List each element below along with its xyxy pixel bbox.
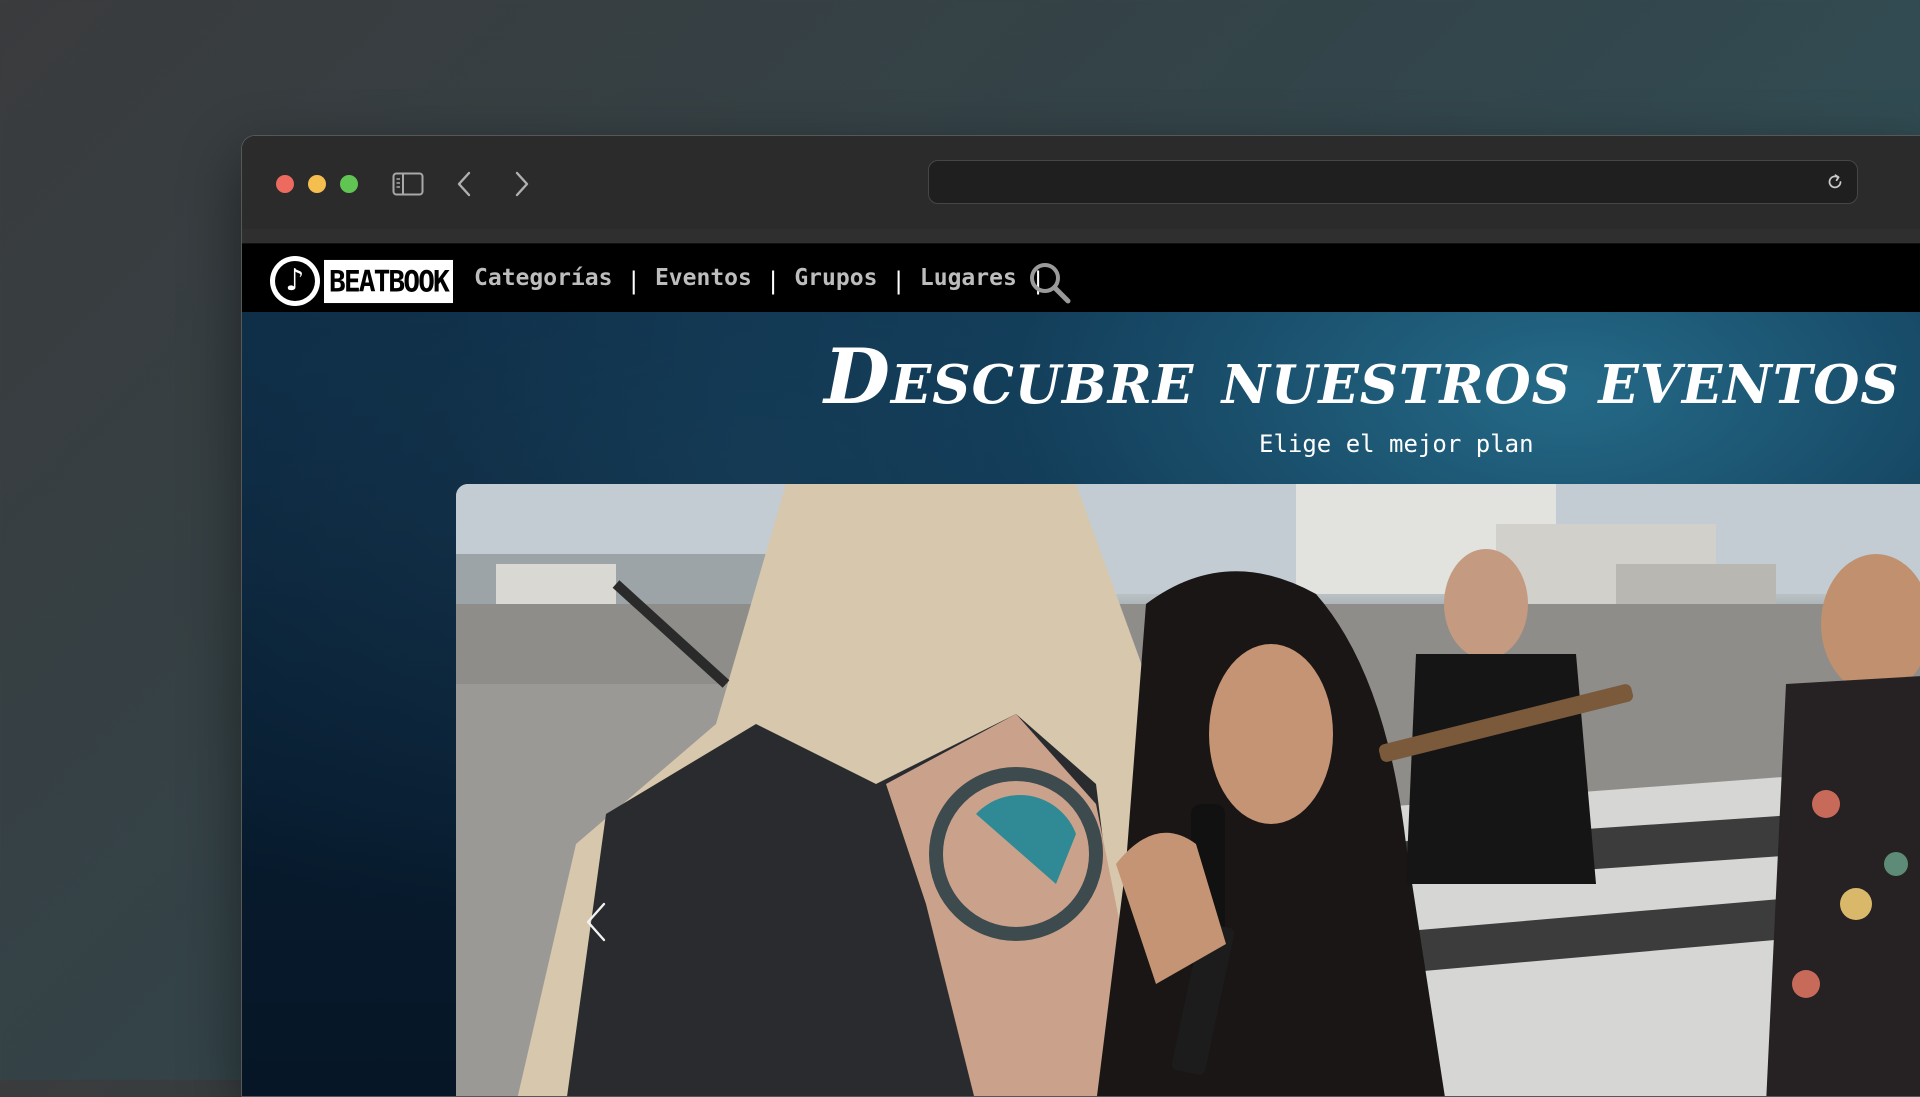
nav-item-eventos[interactable]: Eventos — [655, 265, 752, 291]
nav-item-lugares[interactable]: Lugares — [920, 265, 1017, 291]
chevron-left-icon[interactable] — [452, 166, 476, 202]
browser-window: ♪ BEATBOOK Categorías | Eventos | Grupos… — [241, 135, 1920, 1097]
zoom-window-button[interactable] — [340, 175, 358, 193]
hero-section: Descubre nuestros eventos Elige el mejor… — [242, 312, 1920, 1096]
nav-separator: | — [891, 267, 906, 295]
nav-item-grupos[interactable]: Grupos — [794, 265, 877, 291]
nav-separator: | — [626, 267, 641, 295]
minimize-window-button[interactable] — [308, 175, 326, 193]
chevron-right-icon[interactable] — [510, 166, 534, 202]
carousel-prev-button[interactable] — [582, 900, 612, 944]
site-navbar: ♪ BEATBOOK Categorías | Eventos | Grupos… — [242, 244, 1920, 312]
web-page: ♪ BEATBOOK Categorías | Eventos | Grupos… — [242, 244, 1920, 1096]
site-logo[interactable]: ♪ BEATBOOK — [270, 256, 453, 306]
logo-text: BEATBOOK — [324, 259, 453, 303]
hero-subtitle: Elige el mejor plan — [1259, 430, 1534, 458]
carousel-slide-image[interactable] — [456, 484, 1920, 1096]
music-note-icon: ♪ — [270, 256, 320, 306]
reload-icon[interactable] — [1825, 172, 1845, 192]
nav-item-categorias[interactable]: Categorías — [474, 265, 612, 291]
tab-strip — [242, 229, 1920, 244]
hero-title: Descubre nuestros eventos — [824, 332, 1900, 421]
close-window-button[interactable] — [276, 175, 294, 193]
search-icon[interactable] — [1027, 260, 1073, 306]
chevron-left-icon — [586, 902, 606, 942]
address-bar[interactable] — [928, 160, 1858, 204]
sidebar-toggle-icon[interactable] — [392, 166, 424, 202]
nav-menu: Categorías | Eventos | Grupos | Lugares … — [474, 258, 1059, 298]
browser-toolbar — [242, 136, 1920, 230]
nav-separator: | — [765, 267, 781, 295]
